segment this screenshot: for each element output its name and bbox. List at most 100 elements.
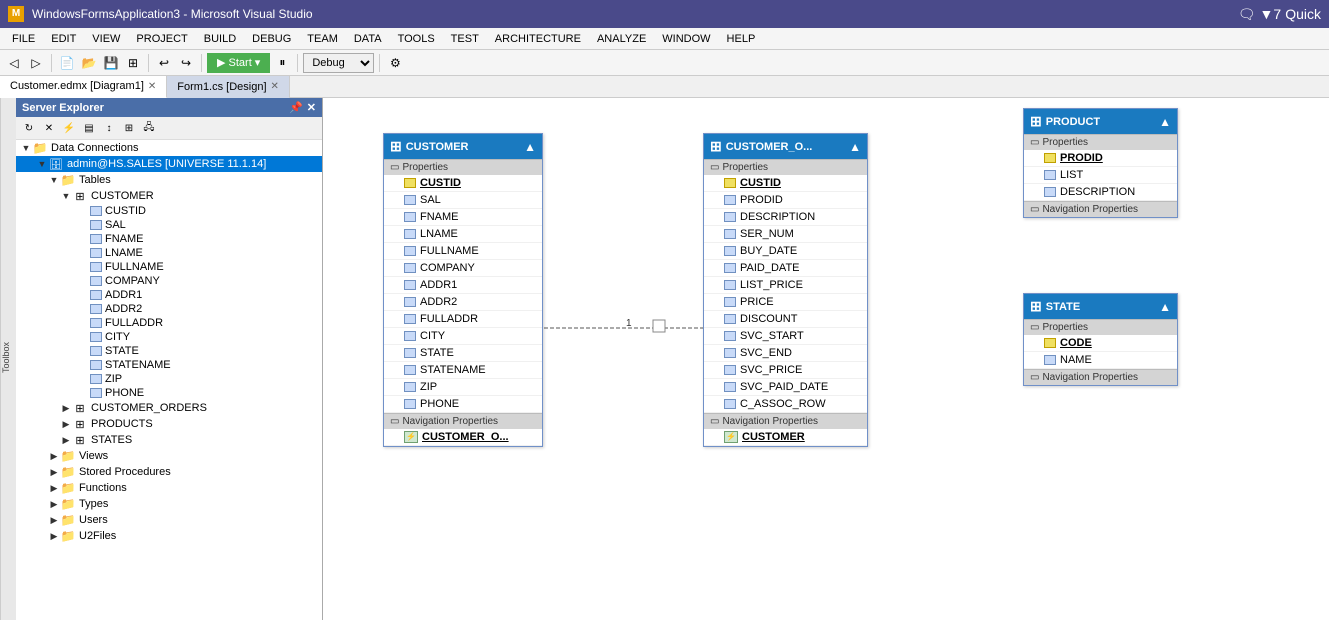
tab-form[interactable]: Form1.cs [Design] ✕ (167, 76, 290, 98)
sidebar-item-views[interactable]: ▶ 📁 Views (16, 448, 322, 464)
sidebar-pin-icon[interactable]: 📌 (289, 101, 303, 114)
toolbar-forward[interactable]: ▷ (26, 53, 46, 73)
menu-tools[interactable]: TOOLS (390, 31, 443, 47)
toolbar-sep-4 (297, 54, 298, 72)
field-addr1: ADDR1 (105, 289, 142, 301)
toolbar-pause[interactable]: ⏸ (272, 53, 292, 73)
menu-team[interactable]: TEAM (299, 31, 346, 47)
menu-help[interactable]: HELP (719, 31, 764, 47)
toolbar-redo[interactable]: ↪ (176, 53, 196, 73)
minimize-icon[interactable]: 🗨 (1238, 6, 1256, 23)
tab-edmx-close[interactable]: ✕ (148, 81, 156, 92)
entity-co-row-custid: CUSTID (704, 175, 867, 192)
sidebar-item-city[interactable]: CITY (16, 330, 322, 344)
tab-form-close[interactable]: ✕ (271, 81, 279, 92)
nav-label: Navigation Properties (1042, 204, 1138, 215)
u2files-label: U2Files (79, 530, 116, 542)
toolbar-save-all[interactable]: ⊞ (123, 53, 143, 73)
menu-build[interactable]: BUILD (196, 31, 244, 47)
data-connections-label: Data Connections (51, 142, 138, 154)
entity-customer-header[interactable]: ⊞ CUSTOMER ▲ (384, 134, 542, 159)
sidebar-item-stored-procedures[interactable]: ▶ 📁 Stored Procedures (16, 464, 322, 480)
sidebar-item-sal[interactable]: SAL (16, 218, 322, 232)
toolbar-attach[interactable]: ⚙ (385, 53, 405, 73)
entity-product-collapse[interactable]: ▲ (1159, 115, 1171, 129)
menu-debug[interactable]: DEBUG (244, 31, 299, 47)
sidebar-item-data-connections[interactable]: ▼ 📁 Data Connections (16, 140, 322, 156)
sidebar-item-company[interactable]: COMPANY (16, 274, 322, 288)
sidebar-header: Server Explorer 📌 ✕ (16, 98, 322, 117)
menu-analyze[interactable]: ANALYZE (589, 31, 654, 47)
menu-window[interactable]: WINDOW (654, 31, 718, 47)
sidebar-expand-btn[interactable]: ↕ (100, 119, 118, 137)
start-button[interactable]: ▶ Start ▾ (207, 53, 270, 73)
sidebar-item-lname[interactable]: LNAME (16, 246, 322, 260)
sidebar-item-states[interactable]: ▶ ⊞ STATES (16, 432, 322, 448)
toolbar-new[interactable]: 📄 (57, 53, 77, 73)
sidebar-item-state[interactable]: STATE (16, 344, 322, 358)
entity-state-header[interactable]: ⊞ STATE ▲ (1024, 294, 1177, 319)
expand-icon: ▶ (48, 499, 60, 510)
notification-icon[interactable]: ▼7 (1260, 6, 1282, 23)
sidebar-item-tables[interactable]: ▼ 📁 Tables (16, 172, 322, 188)
sidebar-item-customer-table[interactable]: ▼ ⊞ CUSTOMER (16, 188, 322, 204)
sidebar-item-addr2[interactable]: ADDR2 (16, 302, 322, 316)
sidebar-close-icon[interactable]: ✕ (307, 101, 316, 114)
folder-icon: 📁 (60, 529, 76, 543)
sidebar-item-statename[interactable]: STATENAME (16, 358, 322, 372)
sidebar-item-addr1[interactable]: ADDR1 (16, 288, 322, 302)
field-fulladdr-label: FULLADDR (420, 313, 478, 325)
menu-architecture[interactable]: ARCHITECTURE (487, 31, 589, 47)
diagram-scroll[interactable]: 1 * ⊞ CUSTOMER ▲ ▭ Properties (323, 98, 1329, 620)
field-fulladdr: FULLADDR (105, 317, 163, 329)
entity-customer-collapse[interactable]: ▲ (524, 140, 536, 154)
entity-product-header[interactable]: ⊞ PRODUCT ▲ (1024, 109, 1177, 134)
server-icon: 🗄 (48, 157, 64, 171)
toolbox-strip[interactable]: Toolbox (0, 98, 16, 620)
entity-customer-orders-collapse[interactable]: ▲ (849, 140, 861, 154)
sidebar-item-server[interactable]: ▼ 🗄 admin@HS.SALES [UNIVERSE 11.1.14] (16, 156, 322, 172)
debug-config-dropdown[interactable]: Debug Release (303, 53, 374, 73)
sidebar-item-fullname[interactable]: FULLNAME (16, 260, 322, 274)
entity-state-collapse[interactable]: ▲ (1159, 300, 1171, 314)
sidebar-item-phone[interactable]: PHONE (16, 386, 322, 400)
menu-edit[interactable]: EDIT (43, 31, 84, 47)
sidebar-server-btn[interactable]: 🖧 (140, 119, 158, 137)
sidebar-item-zip[interactable]: ZIP (16, 372, 322, 386)
entity-state-row-code: CODE (1024, 335, 1177, 352)
sidebar-connect-btn[interactable]: ⚡ (60, 119, 78, 137)
tab-edmx-label: Customer.edmx [Diagram1] (10, 80, 144, 92)
sidebar-item-products[interactable]: ▶ ⊞ PRODUCTS (16, 416, 322, 432)
menu-view[interactable]: VIEW (84, 31, 128, 47)
sidebar-item-fulladdr[interactable]: FULLADDR (16, 316, 322, 330)
sidebar-item-fname[interactable]: FNAME (16, 232, 322, 246)
toolbar-undo[interactable]: ↩ (154, 53, 174, 73)
toolbar-sep-1 (51, 54, 52, 72)
sidebar-filter-btn[interactable]: ▤ (80, 119, 98, 137)
co-price: PRICE (740, 296, 774, 308)
entity-customer-orders-header[interactable]: ⊞ CUSTOMER_O... ▲ (704, 134, 867, 159)
toolbar-open[interactable]: 📂 (79, 53, 99, 73)
sidebar-item-customer-orders[interactable]: ▶ ⊞ CUSTOMER_ORDERS (16, 400, 322, 416)
types-label: Types (79, 498, 108, 510)
toolbar-save[interactable]: 💾 (101, 53, 121, 73)
sidebar-content: ▼ 📁 Data Connections ▼ 🗄 admin@HS.SALES … (16, 140, 322, 620)
sidebar-item-users[interactable]: ▶ 📁 Users (16, 512, 322, 528)
sidebar-item-functions[interactable]: ▶ 📁 Functions (16, 480, 322, 496)
menu-data[interactable]: DATA (346, 31, 390, 47)
entity-row-fname: FNAME (384, 209, 542, 226)
sidebar-item-types[interactable]: ▶ 📁 Types (16, 496, 322, 512)
menu-test[interactable]: TEST (443, 31, 487, 47)
props-label: Properties (722, 162, 768, 173)
sidebar-item-u2files[interactable]: ▶ 📁 U2Files (16, 528, 322, 544)
sidebar-delete-btn[interactable]: ✕ (40, 119, 58, 137)
sidebar-item-custid[interactable]: CUSTID (16, 204, 322, 218)
sidebar-refresh-btn[interactable]: ↻ (20, 119, 38, 137)
menu-project[interactable]: PROJECT (128, 31, 195, 47)
nav-label: Navigation Properties (402, 416, 498, 427)
sidebar-grid-btn[interactable]: ⊞ (120, 119, 138, 137)
tab-edmx[interactable]: Customer.edmx [Diagram1] ✕ (0, 76, 167, 98)
toolbar-back[interactable]: ◁ (4, 53, 24, 73)
menu-file[interactable]: FILE (4, 31, 43, 47)
quick-launch[interactable]: Quick (1285, 6, 1321, 23)
